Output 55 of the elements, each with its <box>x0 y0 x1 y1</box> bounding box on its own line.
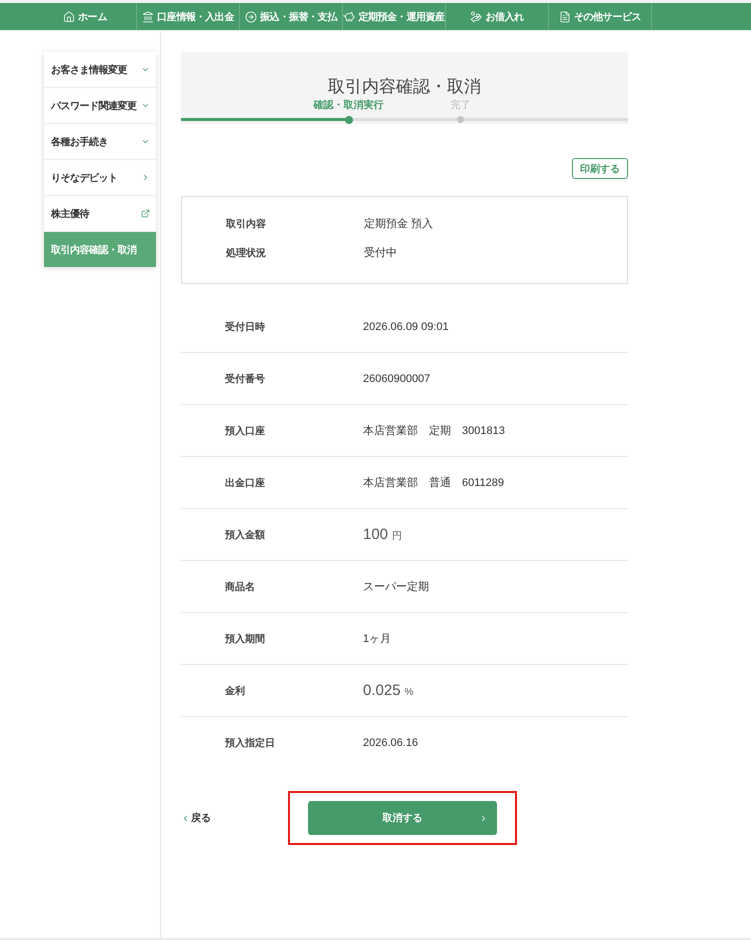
chevron-left-icon <box>181 814 190 822</box>
sidebar-item[interactable]: 取引内容確認・取消 <box>44 232 156 267</box>
chevron-down-icon <box>141 101 150 110</box>
nav-item[interactable]: 口座情報・入出金 <box>137 3 240 30</box>
document-icon <box>558 10 571 22</box>
field-label: 金利 <box>225 684 246 698</box>
sidebar-item[interactable]: お客さま情報変更 <box>44 52 156 87</box>
field-value: スーパー定期 <box>363 580 429 594</box>
nav-item[interactable]: 振込・振替・支払 <box>240 3 343 30</box>
amount-value: 100 <box>363 526 388 543</box>
step-label: 完了 <box>450 100 470 112</box>
chevron-down-icon <box>141 65 150 74</box>
field-value: 2026.06.16 <box>363 737 418 749</box>
external-link-icon <box>141 209 150 218</box>
unit-label: % <box>404 687 414 698</box>
field-value: 26060900007 <box>363 372 430 384</box>
cancel-button[interactable]: 取消する <box>308 801 497 835</box>
home-icon <box>63 10 76 22</box>
print-button[interactable]: 印刷する <box>572 158 628 179</box>
nav-item[interactable]: お借入れ <box>446 3 549 30</box>
piggy-bank-icon <box>343 10 356 22</box>
field-value: 定期預金 預入 <box>364 216 434 231</box>
chevron-right-icon <box>141 173 150 182</box>
field-value: 2026.06.09 09:01 <box>363 320 449 332</box>
field-label: 預入口座 <box>225 424 266 438</box>
field-label: 受付番号 <box>225 372 266 386</box>
field-value: 本店営業部 普通 6011289 <box>363 476 504 490</box>
sidebar-item[interactable]: りそなデビット <box>44 160 156 195</box>
field-value: 本店営業部 定期 3001813 <box>363 424 505 438</box>
field-label: 出金口座 <box>225 476 266 490</box>
amount-value: 0.025 <box>363 682 401 699</box>
sidebar-item[interactable]: 各種お手続き <box>44 124 156 159</box>
step-label: 確認・取消実行 <box>314 100 384 112</box>
field-value: 受付中 <box>364 246 397 260</box>
bank-icon <box>142 10 154 22</box>
hand-coin-icon <box>470 10 482 22</box>
chevron-right-icon <box>479 814 488 822</box>
field-label: 取引内容 <box>226 217 267 230</box>
sidebar-item[interactable]: パスワード関連変更 <box>44 88 156 123</box>
field-value: 1ヶ月 <box>363 632 392 646</box>
field-label: 処理状況 <box>226 246 267 260</box>
back-link[interactable]: 戻る <box>181 811 211 825</box>
field-label: 預入金額 <box>225 528 266 542</box>
field-label: 商品名 <box>225 580 256 594</box>
nav-item[interactable]: 定期預金・運用資産 <box>343 3 446 30</box>
sidebar-item[interactable]: 株主優待 <box>44 196 156 231</box>
nav-item[interactable]: その他サービス <box>549 3 652 30</box>
page-title: 取引内容確認・取消 <box>327 77 482 97</box>
nav-item[interactable]: ホーム <box>34 3 137 30</box>
arrow-circle-icon <box>245 10 258 22</box>
field-label: 預入指定日 <box>225 736 276 750</box>
field-label: 受付日時 <box>225 320 266 334</box>
unit-label: 円 <box>392 530 402 543</box>
chevron-down-icon <box>141 137 150 146</box>
field-label: 預入期間 <box>225 632 266 646</box>
